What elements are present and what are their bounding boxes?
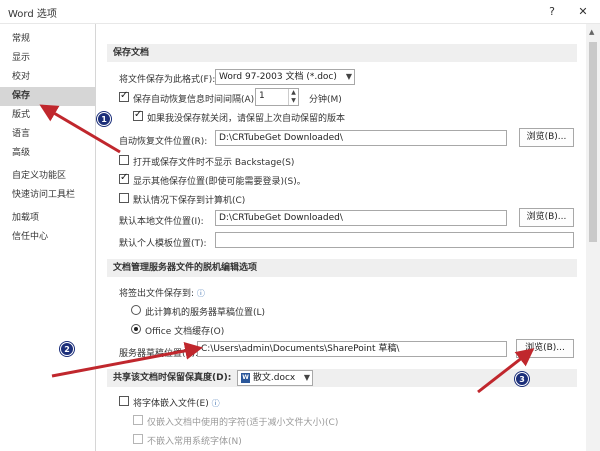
sidebar-item-trust-center[interactable]: 信任中心 xyxy=(0,228,95,247)
keep-last-label: 如果我没保存就关闭，请保留上次自动保留的版本 xyxy=(147,114,346,124)
annotation-badge-1: 1 xyxy=(97,112,111,126)
save-docs-header: 保存文档 xyxy=(107,44,577,62)
keep-last-checkbox[interactable] xyxy=(133,109,143,121)
stepper-up-icon[interactable]: ▲ xyxy=(288,89,298,97)
autorecover-minutes-stepper[interactable]: 1 ▲ ▼ xyxy=(255,88,299,106)
radio-server-drafts[interactable] xyxy=(131,305,141,315)
no-common-fonts-checkbox[interactable] xyxy=(133,434,143,444)
local-location-field[interactable]: D:\CRTubeGet Downloaded\ xyxy=(215,210,507,226)
sidebar-item-quick-access[interactable]: 快速访问工具栏 xyxy=(0,186,95,205)
radio-server-drafts-label: 此计算机的服务器草稿位置(L) xyxy=(145,308,266,318)
sidebar-item-language[interactable]: 语言 xyxy=(0,125,95,144)
sidebar-item-customize-ribbon[interactable]: 自定义功能区 xyxy=(0,167,95,186)
embed-fonts-label: 将字体嵌入文件(E) ⓘ xyxy=(133,396,220,409)
no-backstage-checkbox[interactable] xyxy=(119,155,129,165)
word-doc-icon: W xyxy=(241,372,250,383)
autorecover-browse-button[interactable]: 浏览(B)... xyxy=(519,128,574,147)
sidebar: 常规 显示 校对 保存 版式 语言 高级 自定义功能区 快速访问工具栏 加载项 … xyxy=(0,24,96,451)
drafts-browse-button[interactable]: 浏览(B)... xyxy=(516,339,574,358)
checkout-label-text: 将签出文件保存到: xyxy=(119,289,195,299)
save-to-computer-checkbox[interactable] xyxy=(119,193,129,203)
sidebar-item-general[interactable]: 常规 xyxy=(0,30,95,49)
sidebar-item-proofing[interactable]: 校对 xyxy=(0,68,95,87)
checkout-label: 将签出文件保存到: ⓘ xyxy=(119,286,205,299)
show-other-locations-label: 显示其他保存位置(即使可能需要登录)(S)。 xyxy=(133,177,306,187)
minutes-label: 分钟(M) xyxy=(309,95,342,105)
fidelity-doc-name: 散文.docx xyxy=(252,373,296,383)
window-title: Word 选项 xyxy=(8,9,57,20)
save-to-computer-label: 默认情况下保存到计算机(C) xyxy=(133,196,246,206)
autorecover-minutes-value: 1 xyxy=(259,91,265,101)
drafts-location-field[interactable]: C:\Users\admin\Documents\SharePoint 草稿\ xyxy=(197,341,507,357)
format-value: Word 97-2003 文档 (*.doc) xyxy=(219,72,337,82)
template-location-label: 默认个人模板位置(T): xyxy=(119,239,207,249)
annotation-badge-2: 2 xyxy=(60,342,74,356)
close-icon[interactable]: ✕ xyxy=(574,3,592,21)
sidebar-item-display[interactable]: 显示 xyxy=(0,49,95,68)
radio-office-cache-label: Office 文档缓存(O) xyxy=(145,327,225,337)
scroll-thumb[interactable] xyxy=(589,42,597,242)
local-browse-button[interactable]: 浏览(B)... xyxy=(519,208,574,227)
local-location-label: 默认本地文件位置(I): xyxy=(119,217,204,227)
annotation-badge-3: 3 xyxy=(515,372,529,386)
no-backstage-label: 打开或保存文件时不显示 Backstage(S) xyxy=(133,158,295,168)
embed-used-chars-label: 仅嵌入文档中使用的字符(适于减小文件大小)(C) xyxy=(147,418,339,428)
embed-used-chars-checkbox[interactable] xyxy=(133,415,143,425)
autorecover-checkbox[interactable] xyxy=(119,90,129,102)
options-panel: 保存文档 将文件保存为此格式(F): Word 97-2003 文档 (*.do… xyxy=(97,24,585,451)
format-label: 将文件保存为此格式(F): xyxy=(119,75,216,85)
fidelity-header: 共享该文档时保留保真度(D): xyxy=(107,369,577,387)
title-bar: Word 选项 ? ✕ xyxy=(0,0,600,24)
sidebar-item-addins[interactable]: 加载项 xyxy=(0,209,95,228)
no-common-fonts-label: 不嵌入常用系统字体(N) xyxy=(147,437,242,447)
help-icon[interactable]: ? xyxy=(543,3,561,21)
chevron-down-icon: ▼ xyxy=(303,373,310,382)
drafts-location-label: 服务器草稿位置(V): xyxy=(119,349,199,359)
sidebar-item-advanced[interactable]: 高级 xyxy=(0,144,95,163)
stepper-down-icon[interactable]: ▼ xyxy=(288,97,298,105)
info-icon: ⓘ xyxy=(211,399,220,408)
sidebar-item-save[interactable]: 保存 xyxy=(0,87,95,106)
info-icon: ⓘ xyxy=(196,289,205,298)
show-other-locations-checkbox[interactable] xyxy=(119,172,129,184)
radio-office-cache[interactable] xyxy=(131,324,141,334)
fidelity-doc-select[interactable]: W 散文.docx ▼ xyxy=(237,370,313,386)
fidelity-header-text: 共享该文档时保留保真度(D): xyxy=(113,373,232,383)
sidebar-item-layout[interactable]: 版式 xyxy=(0,106,95,125)
embed-fonts-checkbox[interactable] xyxy=(119,396,129,406)
offline-header: 文档管理服务器文件的脱机编辑选项 xyxy=(107,259,577,277)
vertical-scrollbar[interactable]: ▲ xyxy=(586,24,600,451)
chevron-down-icon: ▼ xyxy=(345,72,352,81)
autorecover-location-field[interactable]: D:\CRTubeGet Downloaded\ xyxy=(215,130,507,146)
format-select[interactable]: Word 97-2003 文档 (*.doc) ▼ xyxy=(215,69,355,85)
scroll-up-icon[interactable]: ▲ xyxy=(589,28,594,36)
template-location-field[interactable] xyxy=(215,232,574,248)
autorecover-location-label: 自动恢复文件位置(R): xyxy=(119,137,208,147)
embed-fonts-label-text: 将字体嵌入文件(E) xyxy=(133,399,209,409)
autorecover-label: 保存自动恢复信息时间间隔(A) xyxy=(133,95,255,105)
